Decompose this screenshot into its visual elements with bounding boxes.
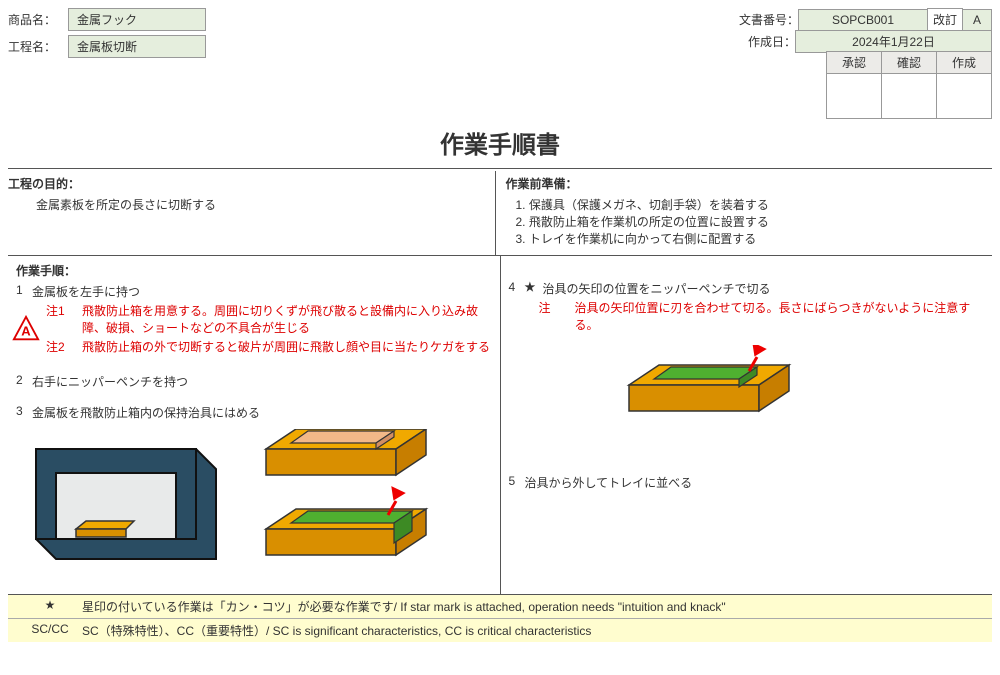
product-process-block: 商品名： 金属フック 工程名： 金属板切断 — [8, 8, 368, 62]
product-value: 金属フック — [68, 8, 206, 31]
purpose-prep-row: 工程の目的： 金属素板を所定の長さに切断する 作業前準備： 1. 保護具（保護メ… — [8, 171, 992, 255]
doc-meta-block: 文書番号： SOPCB001 改訂 A 作成日： 2024年1月22日 承認 確… — [736, 8, 992, 119]
docnum-label: 文書番号： — [739, 11, 799, 28]
make-head: 作成 — [936, 51, 992, 74]
purpose-heading: 工程の目的： — [8, 175, 485, 192]
approval-grid: 承認 確認 作成 — [736, 52, 992, 119]
preparation-heading: 作業前準備： — [506, 175, 983, 192]
diagram-step4 — [509, 335, 985, 438]
process-value: 金属板切断 — [68, 35, 206, 58]
approve-cell — [826, 73, 882, 119]
step-5: 5 治具から外してトレイに並べる — [509, 474, 985, 491]
revision-value: A — [962, 9, 992, 31]
confirm-head: 確認 — [881, 51, 937, 74]
diagram-jigs — [246, 429, 446, 582]
steps-wrap: 作業手順： 1 金属板を左手に持つ 注1 飛散防止箱を用意する。周囲に切りくずが… — [8, 255, 992, 594]
document-title: 作業手順書 — [8, 125, 992, 160]
note-2: 注2 飛散防止箱の外で切断すると破片が周囲に飛散し顔や目に当たりケガをする — [16, 338, 492, 355]
warning-triangle-icon: A — [12, 315, 40, 346]
make-cell — [936, 73, 992, 119]
svg-text:A: A — [21, 324, 31, 339]
prep-item: 2. 飛散防止箱を作業机の所定の位置に設置する — [516, 213, 983, 230]
step-2: 2 右手にニッパーペンチを持つ — [16, 373, 492, 390]
confirm-cell — [881, 73, 937, 119]
diagram-row-left — [16, 423, 492, 588]
step-3: 3 金属板を飛散防止箱内の保持治具にはめる — [16, 404, 492, 421]
legend-row-sccc: SC/CC SC（特殊特性）、CC（重要特性）/ SC is significa… — [8, 618, 992, 642]
legend: ★ 星印の付いている作業は「カン・コツ」が必要な作業です/ If star ma… — [8, 594, 992, 642]
approve-head: 承認 — [826, 51, 882, 74]
steps-heading: 作業手順： — [16, 262, 492, 279]
preparation-block: 作業前準備： 1. 保護具（保護メガネ、切創手袋）を装着する 2. 飛散防止箱を… — [495, 171, 993, 255]
purpose-block: 工程の目的： 金属素板を所定の長さに切断する — [8, 171, 495, 255]
created-label: 作成日： — [736, 33, 796, 50]
step-4: 4 ★ 治具の矢印の位置をニッパーペンチで切る — [509, 280, 985, 297]
header: 商品名： 金属フック 工程名： 金属板切断 文書番号： SOPCB001 改訂 … — [8, 8, 992, 119]
steps-right: 4 ★ 治具の矢印の位置をニッパーペンチで切る 注 治具の矢印位置に刃を合わせて… — [500, 256, 993, 594]
product-label: 商品名： — [8, 11, 68, 28]
legend-row-star: ★ 星印の付いている作業は「カン・コツ」が必要な作業です/ If star ma… — [8, 595, 992, 618]
note-1: 注1 飛散防止箱を用意する。周囲に切りくずが飛び散ると設備内に入り込み故障、破損… — [16, 302, 492, 336]
step-4-note: 注 治具の矢印位置に刃を合わせて切る。長さにばらつきがないように注意する。 — [509, 299, 985, 333]
process-label: 工程名： — [8, 38, 68, 55]
prep-item: 1. 保護具（保護メガネ、切創手袋）を装着する — [516, 196, 983, 213]
prep-item: 3. トレイを作業机に向かって右側に配置する — [516, 230, 983, 247]
docnum-value: SOPCB001 — [798, 9, 928, 31]
revision-label: 改訂 — [927, 8, 963, 31]
divider — [8, 168, 992, 169]
steps-left: 作業手順： 1 金属板を左手に持つ 注1 飛散防止箱を用意する。周囲に切りくずが… — [8, 256, 500, 594]
purpose-text: 金属素板を所定の長さに切断する — [8, 196, 485, 213]
diagram-box — [26, 429, 226, 582]
step-1: 1 金属板を左手に持つ — [16, 283, 492, 300]
created-value: 2024年1月22日 — [795, 30, 992, 53]
